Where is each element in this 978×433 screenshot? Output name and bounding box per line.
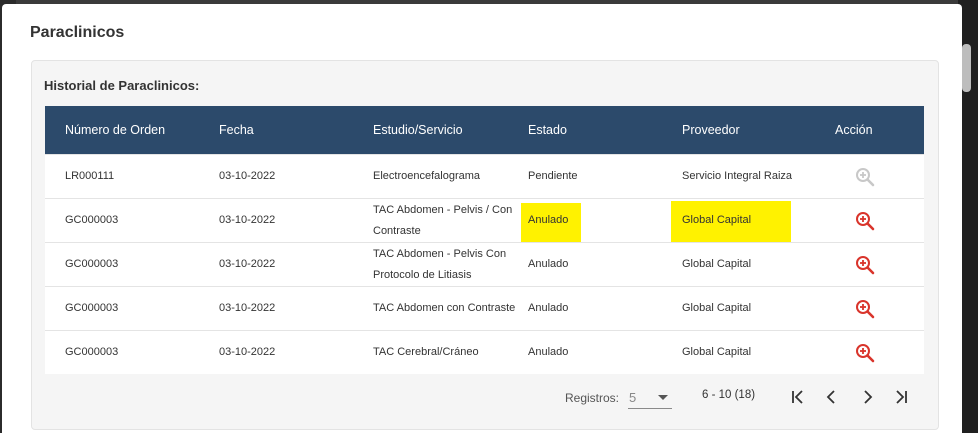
action-cell bbox=[835, 331, 895, 374]
table-row: LR000111 03-10-2022 Electroencefalograma… bbox=[45, 154, 924, 198]
prev-page-button[interactable] bbox=[819, 385, 845, 409]
page-size-select[interactable]: 5 bbox=[628, 387, 672, 409]
estado-cell: Anulado bbox=[528, 214, 569, 226]
orden-cell: GC000003 bbox=[65, 258, 119, 270]
zoom-in-icon[interactable] bbox=[855, 167, 875, 187]
table-row: GC000003 03-10-2022 TAC Abdomen - Pelvis… bbox=[45, 198, 924, 248]
action-cell bbox=[835, 199, 895, 242]
paraclinicos-modal: Paraclinicos Historial de Paraclinicos: … bbox=[2, 4, 962, 433]
fecha-cell: 03-10-2022 bbox=[219, 214, 276, 226]
scrollbar-thumb[interactable] bbox=[962, 44, 971, 92]
estado-cell: Anulado bbox=[528, 302, 569, 314]
fecha-cell: 03-10-2022 bbox=[219, 258, 276, 270]
action-cell bbox=[835, 287, 895, 330]
page-range: 6 - 10 (18) bbox=[702, 389, 756, 401]
historial-card: Historial de Paraclinicos: Número de Ord… bbox=[31, 60, 939, 430]
next-page-icon bbox=[864, 390, 873, 404]
column-header-orden[interactable]: Número de Orden bbox=[65, 106, 215, 154]
table-row: GC000003 03-10-2022 TAC Cerebral/Cráneo … bbox=[45, 330, 924, 374]
proveedor-cell: Global Capital bbox=[682, 214, 752, 226]
zoom-in-icon[interactable] bbox=[855, 299, 875, 319]
estado-cell: Anulado bbox=[528, 258, 569, 270]
zoom-in-icon[interactable] bbox=[855, 255, 875, 275]
page-size-value: 5 bbox=[629, 390, 637, 405]
next-page-button[interactable] bbox=[854, 385, 880, 409]
action-cell bbox=[835, 243, 895, 286]
last-page-icon bbox=[896, 390, 907, 404]
table-header: Número de Orden Fecha Estudio/Servicio E… bbox=[45, 106, 924, 154]
first-page-icon bbox=[792, 390, 803, 404]
zoom-in-icon[interactable] bbox=[855, 211, 875, 231]
column-header-proveedor[interactable]: Proveedor bbox=[682, 106, 832, 154]
action-cell bbox=[835, 155, 895, 198]
estudio-cell: TAC Abdomen - Pelvis / Con Contraste bbox=[373, 203, 513, 237]
orden-cell: GC000003 bbox=[65, 346, 119, 358]
column-header-fecha[interactable]: Fecha bbox=[219, 106, 369, 154]
estudio-cell: TAC Abdomen - Pelvis Con Protocolo de Li… bbox=[373, 247, 507, 281]
zoom-in-icon[interactable] bbox=[855, 343, 875, 363]
estudio-cell: TAC Cerebral/Cráneo bbox=[373, 346, 479, 358]
estado-cell: Pendiente bbox=[528, 170, 578, 182]
column-header-estado[interactable]: Estado bbox=[528, 106, 678, 154]
orden-cell: LR000111 bbox=[65, 170, 115, 182]
proveedor-cell: Global Capital bbox=[682, 346, 752, 358]
last-page-button[interactable] bbox=[888, 385, 914, 409]
modal-title: Paraclinicos bbox=[30, 24, 125, 41]
fecha-cell: 03-10-2022 bbox=[219, 170, 276, 182]
table-row: GC000003 03-10-2022 TAC Abdomen - Pelvis… bbox=[45, 242, 924, 286]
estado-cell: Anulado bbox=[528, 346, 569, 358]
prev-page-icon bbox=[826, 390, 835, 404]
paraclinicos-table: Número de Orden Fecha Estudio/Servicio E… bbox=[45, 106, 924, 374]
pagination: Registros: 5 6 - 10 (18) bbox=[32, 379, 940, 415]
proveedor-cell: Global Capital bbox=[682, 302, 752, 314]
page-size-label: Registros: bbox=[565, 391, 620, 405]
proveedor-cell: Global Capital bbox=[682, 258, 752, 270]
fecha-cell: 03-10-2022 bbox=[219, 346, 276, 358]
column-header-accion: Acción bbox=[835, 123, 873, 137]
estudio-cell: TAC Abdomen con Contraste bbox=[373, 302, 516, 314]
first-page-button[interactable] bbox=[785, 385, 811, 409]
card-title: Historial de Paraclinicos: bbox=[44, 78, 200, 93]
estudio-cell: Electroencefalograma bbox=[373, 170, 481, 182]
orden-cell: GC000003 bbox=[65, 214, 119, 226]
caret-down-icon bbox=[658, 395, 668, 400]
orden-cell: GC000003 bbox=[65, 302, 119, 314]
proveedor-cell: Servicio Integral Raiza bbox=[682, 170, 793, 182]
column-header-estudio[interactable]: Estudio/Servicio bbox=[373, 106, 525, 154]
table-row: GC000003 03-10-2022 TAC Abdomen con Cont… bbox=[45, 286, 924, 330]
fecha-cell: 03-10-2022 bbox=[219, 302, 276, 314]
